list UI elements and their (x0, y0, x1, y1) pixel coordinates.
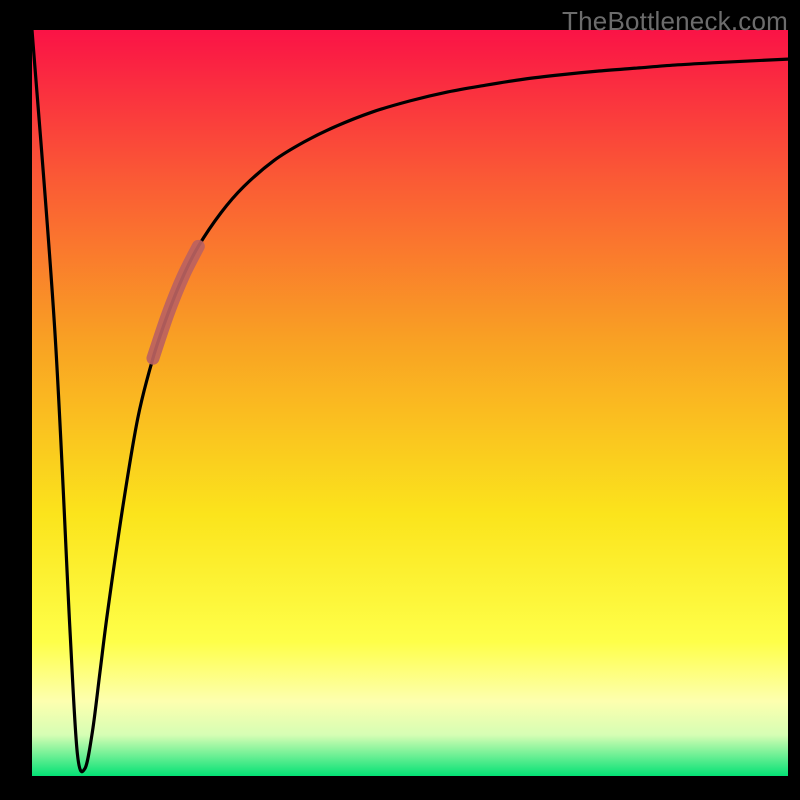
frame-top (0, 0, 800, 30)
plot-background (32, 30, 788, 776)
frame-left (0, 0, 32, 800)
frame-bottom (0, 776, 800, 800)
chart-container: TheBottleneck.com (0, 0, 800, 800)
frame-right (788, 0, 800, 800)
bottleneck-chart (0, 0, 800, 800)
